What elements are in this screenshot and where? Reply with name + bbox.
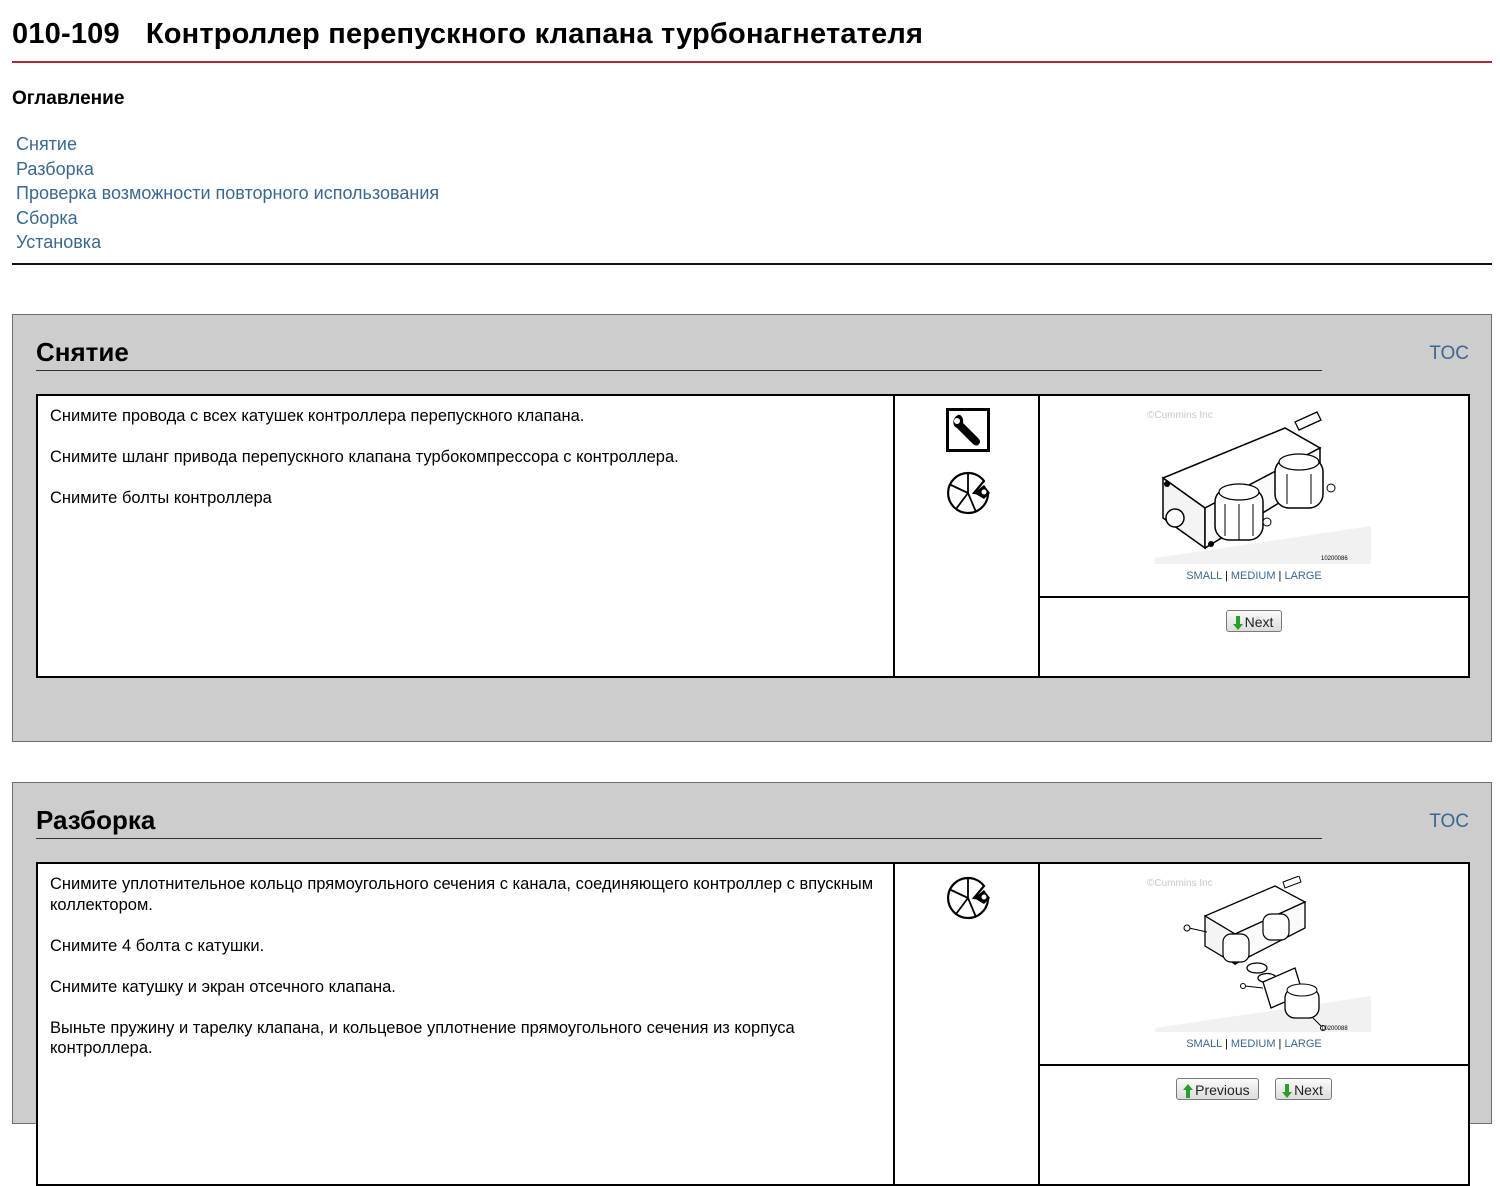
arrow-down-icon bbox=[1232, 616, 1243, 630]
previous-button[interactable]: Previous bbox=[1176, 1078, 1259, 1100]
section-removal: Снятие TOC Снимите провода с всех катуше… bbox=[12, 314, 1492, 742]
step-navigation: Next bbox=[1040, 598, 1468, 676]
toc-item: Разборка bbox=[16, 157, 439, 182]
size-medium-link[interactable]: MEDIUM bbox=[1231, 570, 1276, 582]
step-icons bbox=[897, 396, 1040, 676]
step-table: Снимите провода с всех катушек контролле… bbox=[36, 394, 1470, 678]
size-small-link[interactable]: SMALL bbox=[1186, 1038, 1222, 1050]
next-button-label: Next bbox=[1244, 614, 1274, 630]
toc-heading: Оглавление bbox=[12, 88, 125, 109]
toc-link-installation[interactable]: Установка bbox=[16, 232, 101, 252]
step-instruction: Снимите 4 болта с катушки. bbox=[50, 936, 265, 955]
step-instruction: Снимите провода с всех катушек контролле… bbox=[50, 407, 585, 425]
step-figure: ©Cummins Inc 10200086 SMALL | MEDIUM | L… bbox=[1040, 396, 1468, 676]
section-disassembly: Разборка TOC Снимите уплотнительное коль… bbox=[12, 782, 1492, 1186]
section-divider bbox=[36, 370, 1322, 371]
controller-illustration[interactable]: ©Cummins Inc 10200086 bbox=[1145, 408, 1371, 564]
step-icons bbox=[897, 864, 1040, 1184]
step-instruction: Снимите болты контроллера bbox=[50, 489, 272, 507]
step-table: Снимите уплотнительное кольцо прямоуголь… bbox=[36, 862, 1470, 1186]
figure-watermark: ©Cummins Inc bbox=[1147, 878, 1213, 889]
toc-item: Проверка возможности повторного использо… bbox=[16, 181, 439, 206]
next-button[interactable]: Next bbox=[1225, 610, 1283, 632]
document-code: 010-109 bbox=[12, 18, 120, 50]
step-instruction: Выньте пружину и тарелку клапана, и коль… bbox=[50, 1018, 795, 1058]
step-instruction: Снимите шланг привода перепускного клапа… bbox=[50, 448, 679, 466]
toc-link-removal[interactable]: Снятие bbox=[16, 134, 77, 154]
title-divider bbox=[12, 61, 1492, 63]
section-divider bbox=[36, 838, 1322, 839]
figure-cell: ©Cummins Inc 10200088 SMALL | MEDIUM | L… bbox=[1040, 864, 1468, 1066]
image-size-links: SMALL | MEDIUM | LARGE bbox=[1186, 1038, 1322, 1050]
pie-chart-icon bbox=[947, 471, 990, 515]
toc-link-disassembly[interactable]: Разборка bbox=[16, 159, 94, 179]
toc-link-assembly[interactable]: Сборка bbox=[16, 208, 78, 228]
figure-number: 10200086 bbox=[1321, 556, 1348, 562]
step-text: Снимите уплотнительное кольцо прямоуголь… bbox=[38, 864, 895, 1184]
toc-list: Снятие Разборка Проверка возможности пов… bbox=[16, 132, 439, 255]
size-large-link[interactable]: LARGE bbox=[1284, 1038, 1321, 1050]
size-medium-link[interactable]: MEDIUM bbox=[1231, 1038, 1276, 1050]
step-text: Снимите провода с всех катушек контролле… bbox=[38, 396, 895, 676]
wrench-icon bbox=[946, 408, 990, 452]
image-size-links: SMALL | MEDIUM | LARGE bbox=[1186, 570, 1322, 582]
figure-watermark: ©Cummins Inc bbox=[1147, 410, 1213, 421]
next-button[interactable]: Next bbox=[1275, 1078, 1332, 1100]
size-small-link[interactable]: SMALL bbox=[1186, 570, 1222, 582]
toc-item: Сборка bbox=[16, 206, 439, 231]
toc-back-link[interactable]: TOC bbox=[1429, 811, 1469, 833]
toc-item: Установка bbox=[16, 230, 439, 255]
document-title: Контроллер перепускного клапана турбонаг… bbox=[145, 18, 924, 50]
step-instruction: Снимите катушку и экран отсечного клапан… bbox=[50, 977, 396, 996]
section-title: Снятие bbox=[36, 337, 129, 367]
size-large-link[interactable]: LARGE bbox=[1284, 570, 1321, 582]
page-header: 010-109 Контроллер перепускного клапана т… bbox=[12, 18, 1492, 51]
step-figure: ©Cummins Inc 10200088 SMALL | MEDIUM | L… bbox=[1040, 864, 1468, 1184]
pie-chart-icon bbox=[947, 876, 990, 920]
figure-cell: ©Cummins Inc 10200086 SMALL | MEDIUM | L… bbox=[1040, 396, 1468, 598]
toc-back-link[interactable]: TOC bbox=[1429, 343, 1469, 365]
toc-link-inspection[interactable]: Проверка возможности повторного использо… bbox=[16, 183, 439, 203]
toc-divider bbox=[12, 263, 1492, 265]
page-title: 010-109 Контроллер перепускного клапана т… bbox=[12, 18, 1492, 51]
step-instruction: Снимите уплотнительное кольцо прямоуголь… bbox=[50, 875, 874, 914]
step-navigation: Previous Next bbox=[1040, 1066, 1468, 1184]
figure-number: 10200088 bbox=[1321, 1026, 1348, 1032]
toc-item: Снятие bbox=[16, 132, 439, 157]
section-title: Разборка bbox=[36, 805, 156, 835]
controller-exploded-illustration[interactable]: ©Cummins Inc 10200088 bbox=[1145, 876, 1371, 1032]
